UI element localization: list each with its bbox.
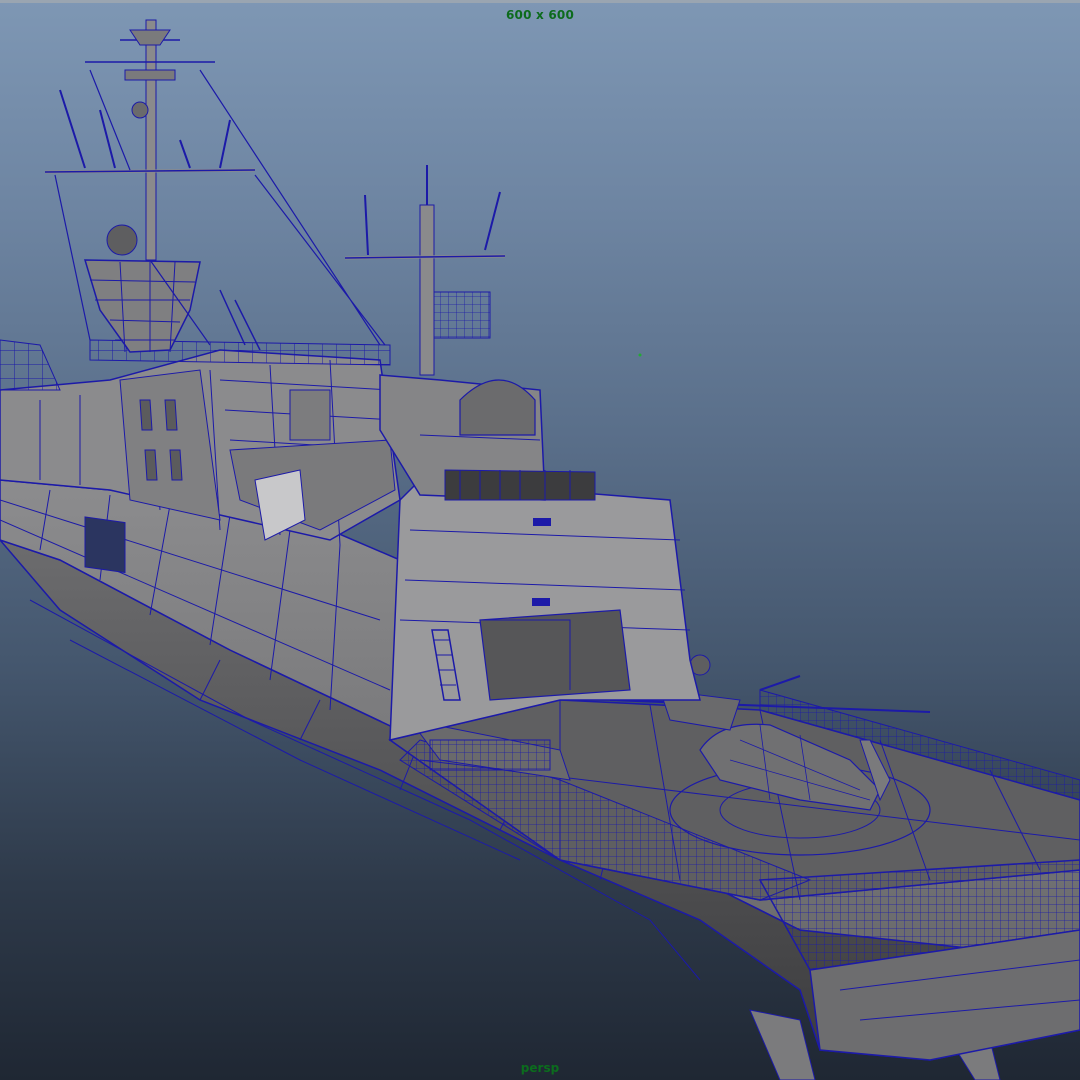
pivot-dot	[638, 353, 642, 357]
camera-name-label: persp	[520, 1061, 560, 1075]
resolution-gate-label: 600 x 600	[506, 8, 574, 22]
ship-wireframe-model[interactable]	[0, 0, 1080, 1080]
mast-tower	[83, 224, 201, 353]
maya-perspective-viewport[interactable]: 600 x 600 persp	[0, 0, 1080, 1080]
aft-deckhouse	[379, 291, 596, 501]
aft-mast	[344, 165, 506, 376]
